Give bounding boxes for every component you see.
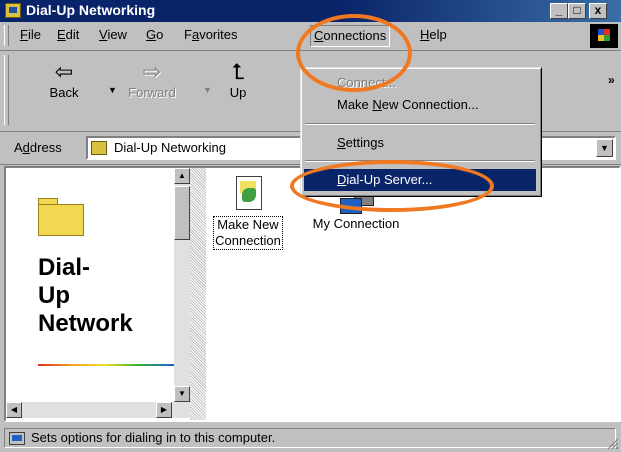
pane-splitter[interactable]: [190, 168, 206, 420]
pane-title: Dial- Up Network: [38, 254, 133, 338]
scroll-right-button[interactable]: ▶: [156, 402, 172, 418]
menu-bar: File Edit View Go Favorites Connections …: [0, 22, 621, 51]
menu-view[interactable]: View: [99, 27, 127, 42]
menu-file-accel: F: [20, 27, 28, 42]
menu-view-rest: iew: [107, 27, 127, 42]
vertical-scroll-thumb[interactable]: [174, 186, 190, 240]
close-button[interactable]: x: [589, 3, 607, 19]
computer-shape: [340, 198, 362, 214]
status-text: Sets options for dialing in to this comp…: [31, 430, 276, 445]
settings-accel: S: [337, 135, 346, 150]
address-label: Address: [14, 140, 62, 155]
back-label: Back: [49, 85, 79, 100]
computer-icon: [9, 432, 25, 445]
menu-help[interactable]: Help: [420, 27, 447, 42]
title-bar[interactable]: Dial-Up Networking _ □ x: [0, 0, 621, 22]
back-dropdown-icon[interactable]: ▼: [108, 85, 117, 95]
settings-rest: ettings: [345, 135, 384, 150]
status-field: Sets options for dialing in to this comp…: [4, 428, 616, 448]
pane-title-line1: Dial-: [38, 254, 91, 281]
pane-title-line2: Up: [38, 282, 70, 309]
menu-item-make-new-connection[interactable]: Make New Connection...: [304, 94, 536, 116]
up-label: Up: [229, 85, 247, 100]
menu-go-accel: G: [146, 27, 157, 42]
menu-separator: [305, 123, 535, 125]
make-new-rest: ew Connection...: [381, 97, 479, 112]
horizontal-scrollbar[interactable]: ◀ ▶: [6, 402, 190, 418]
toolbar-grip[interactable]: [4, 55, 9, 125]
make-new-connection-label: Make New Connection: [213, 216, 283, 250]
windows-logo-icon: [590, 24, 618, 48]
window-title: Dial-Up Networking: [26, 2, 156, 18]
menu-connections-rest: onnections: [323, 28, 387, 43]
forward-button[interactable]: ⇨ Forward: [124, 59, 180, 101]
folder-icon: [38, 198, 84, 236]
menu-go[interactable]: Go: [146, 27, 163, 42]
make-new-connection-item[interactable]: Make New Connection: [208, 176, 288, 250]
dialup-folder-icon: [91, 141, 107, 155]
menu-connections[interactable]: Connections: [310, 25, 391, 47]
menu-help-accel: H: [420, 27, 430, 42]
make-new-connection-icon: [232, 176, 264, 212]
minimize-button[interactable]: _: [550, 3, 568, 19]
pane-title-line3: Network: [38, 310, 133, 337]
up-button[interactable]: ⮤ Up: [210, 59, 266, 101]
web-view-pane: Dial- Up Network ▲ ▼ ◀ ▶: [6, 168, 206, 420]
menu-item-dial-up-server[interactable]: Dial-Up Server...: [304, 169, 536, 191]
my-connection-label: My Connection: [312, 216, 400, 231]
menu-connections-accel: C: [314, 28, 324, 43]
vertical-scrollbar[interactable]: ▲ ▼: [174, 168, 190, 402]
menu-file-rest: ile: [27, 27, 41, 42]
menu-separator: [305, 160, 535, 162]
address-value[interactable]: Dial-Up Networking: [114, 140, 226, 155]
up-folder-icon: ⮤: [231, 59, 245, 84]
menu-edit-accel: E: [57, 27, 66, 42]
menu-favorites[interactable]: Favorites: [184, 27, 237, 42]
content-area: Dial- Up Network ▲ ▼ ◀ ▶ Make New Connect…: [4, 166, 621, 422]
make-new-pre: Make: [337, 97, 373, 112]
status-bar: Sets options for dialing in to this comp…: [0, 424, 621, 452]
make-new-accel: N: [372, 97, 382, 112]
scroll-down-button[interactable]: ▼: [174, 386, 190, 402]
menu-item-connect[interactable]: Connect...: [304, 72, 536, 94]
dialup-folder-icon: [5, 3, 21, 18]
explorer-window: Dial-Up Networking _ □ x File Edit View …: [0, 0, 621, 452]
forward-label: Forward: [128, 85, 176, 100]
menu-edit-rest: dit: [65, 27, 80, 42]
connections-menu: Connect... Make New Connection... Settin…: [300, 67, 542, 197]
menubar-grip[interactable]: [4, 25, 9, 46]
back-arrow-icon: ⇦: [54, 59, 74, 84]
connect-pre: C: [337, 75, 347, 90]
wizard-spark: [242, 188, 256, 202]
scroll-left-button[interactable]: ◀: [6, 402, 22, 418]
back-button[interactable]: ⇦ Back: [36, 59, 92, 101]
menu-item-settings[interactable]: Settings: [304, 132, 536, 154]
menu-favorites-pre: F: [184, 27, 192, 42]
forward-arrow-icon: ⇨: [142, 59, 162, 84]
address-label-rest: dress: [29, 140, 62, 155]
connect-rest: nnect...: [353, 75, 397, 90]
connect-accel: o: [346, 75, 354, 90]
folder-body: [38, 204, 84, 236]
address-label-accel: d: [22, 140, 30, 155]
address-label-pre: A: [14, 140, 23, 155]
menu-file[interactable]: File: [20, 27, 41, 42]
menu-help-rest: elp: [429, 27, 447, 42]
resize-grip[interactable]: [606, 437, 618, 449]
dialup-server-accel: D: [337, 172, 347, 187]
address-dropdown-button[interactable]: ▼: [596, 139, 613, 157]
menu-favorites-rest: vorites: [199, 27, 238, 42]
dialup-server-rest: ial-Up Server...: [346, 172, 433, 187]
scroll-up-button[interactable]: ▲: [174, 168, 190, 184]
maximize-button[interactable]: □: [568, 3, 586, 19]
menu-edit[interactable]: Edit: [57, 27, 79, 42]
toolbar-more-button[interactable]: »: [608, 73, 615, 87]
menu-go-rest: o: [156, 27, 164, 42]
label-line2: Connection: [215, 233, 281, 248]
label-line1: Make New: [217, 217, 279, 232]
